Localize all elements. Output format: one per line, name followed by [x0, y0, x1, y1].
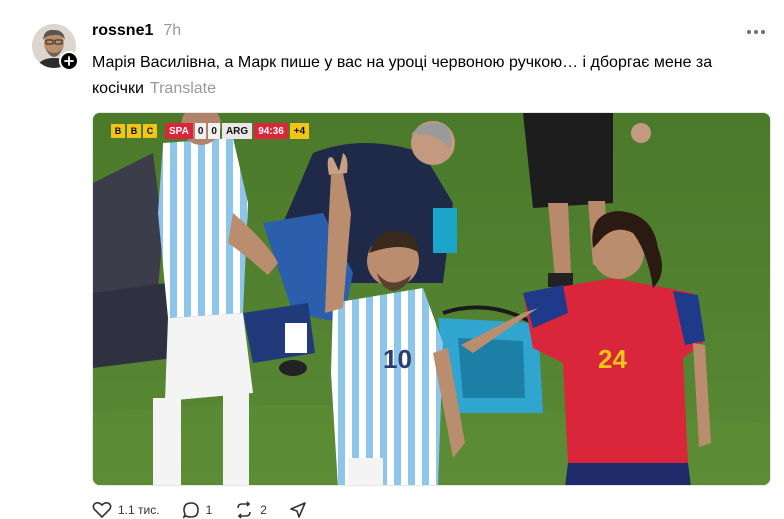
- thread-post: rossne1 7h Марія Василівна, а Марк пише …: [0, 0, 784, 519]
- comment-count: 1: [205, 503, 213, 517]
- avatar-wrap[interactable]: [32, 24, 79, 71]
- broadcaster-logo-c: C: [143, 124, 157, 138]
- post-actions: 1.1 тис. 1 2: [92, 501, 307, 519]
- share-icon: [290, 502, 306, 518]
- more-options-button[interactable]: [743, 24, 769, 40]
- score-bug: B B C SPA 0 0 ARG 94:36 +4: [111, 123, 310, 139]
- share-button[interactable]: [289, 502, 307, 518]
- score-home: 0: [194, 123, 207, 139]
- heart-icon: [92, 501, 112, 519]
- post-time[interactable]: 7h: [163, 22, 181, 40]
- football-photo: 10 24: [93, 113, 770, 485]
- team-home: SPA: [165, 123, 193, 139]
- svg-text:10: 10: [383, 344, 412, 374]
- score-away: 0: [208, 123, 220, 139]
- repost-icon: [237, 501, 252, 519]
- comment-button[interactable]: 1: [182, 502, 213, 519]
- svg-text:24: 24: [598, 344, 627, 374]
- translate-link[interactable]: Translate: [150, 80, 216, 97]
- plus-icon: [64, 56, 74, 66]
- repost-count: 2: [260, 503, 267, 517]
- more-horizontal-icon: [747, 30, 751, 34]
- added-time: +4: [289, 123, 310, 139]
- follow-button[interactable]: [59, 51, 79, 71]
- broadcaster-logo-b2: B: [127, 124, 141, 138]
- username-link[interactable]: rossne1: [92, 22, 153, 40]
- broadcaster-logo-b1: B: [111, 124, 125, 138]
- match-clock: 94:36: [254, 123, 288, 139]
- repost-button[interactable]: 2: [234, 501, 267, 519]
- like-count: 1.1 тис.: [118, 503, 160, 517]
- post-text: Марія Василівна, а Марк пише у вас на ур…: [92, 50, 762, 102]
- like-button[interactable]: 1.1 тис.: [92, 501, 160, 519]
- team-away: ARG: [221, 123, 253, 139]
- comment-icon: [182, 502, 199, 519]
- post-image[interactable]: 10 24 B B C SPA 0 0 ARG 94:36 +4: [92, 112, 771, 486]
- post-header: rossne1 7h: [92, 22, 181, 44]
